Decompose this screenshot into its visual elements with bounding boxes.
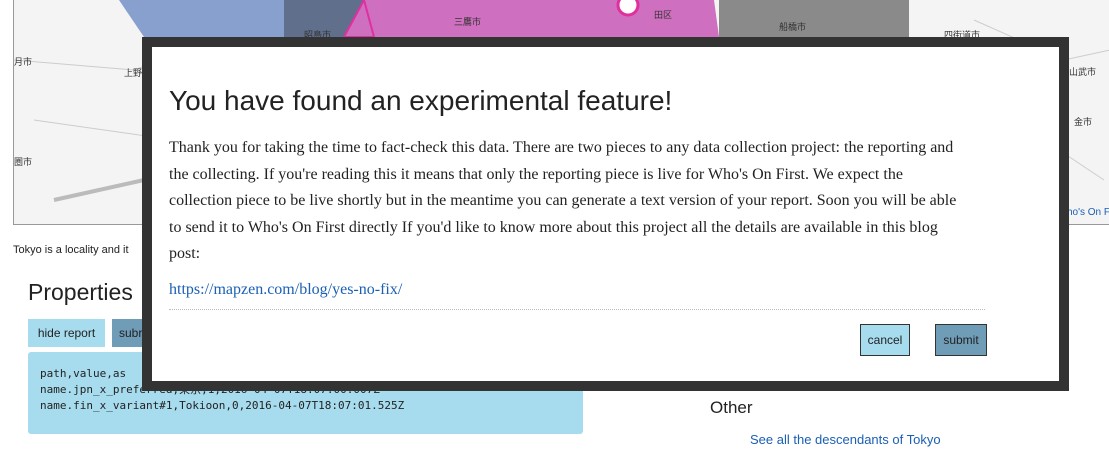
modal-divider xyxy=(169,309,985,310)
map-label: 田区 xyxy=(654,11,673,21)
place-description: Tokyo is a locality and it xyxy=(13,244,129,256)
hide-report-button[interactable]: hide report xyxy=(28,319,105,347)
map-label: 山武市 xyxy=(1069,68,1097,78)
submit-button[interactable]: submit xyxy=(935,324,987,356)
map-attribution[interactable]: ho's On F xyxy=(1067,207,1109,218)
experimental-feature-modal: You have found an experimental feature! … xyxy=(142,37,1069,391)
map-label: 金市 xyxy=(1074,118,1093,128)
map-label: 三鷹市 xyxy=(454,18,482,28)
map-label: 船橋市 xyxy=(779,23,807,33)
descendants-link[interactable]: See all the descendants of Tokyo xyxy=(750,432,941,447)
modal-body-text: Thank you for taking the time to fact-ch… xyxy=(169,139,957,262)
csv-line: name.fin_x_variant#1,Tokioon,0,2016-04-0… xyxy=(40,399,405,412)
map-label: 圏市 xyxy=(14,158,33,168)
other-heading: Other xyxy=(710,398,753,417)
map-label: 上野 xyxy=(124,69,143,79)
map-label: 月市 xyxy=(14,58,33,68)
cancel-button[interactable]: cancel xyxy=(860,324,910,356)
properties-heading: Properties xyxy=(28,279,133,305)
modal-title: You have found an experimental feature! xyxy=(169,85,673,116)
blog-post-link[interactable]: https://mapzen.com/blog/yes-no-fix/ xyxy=(169,281,402,299)
